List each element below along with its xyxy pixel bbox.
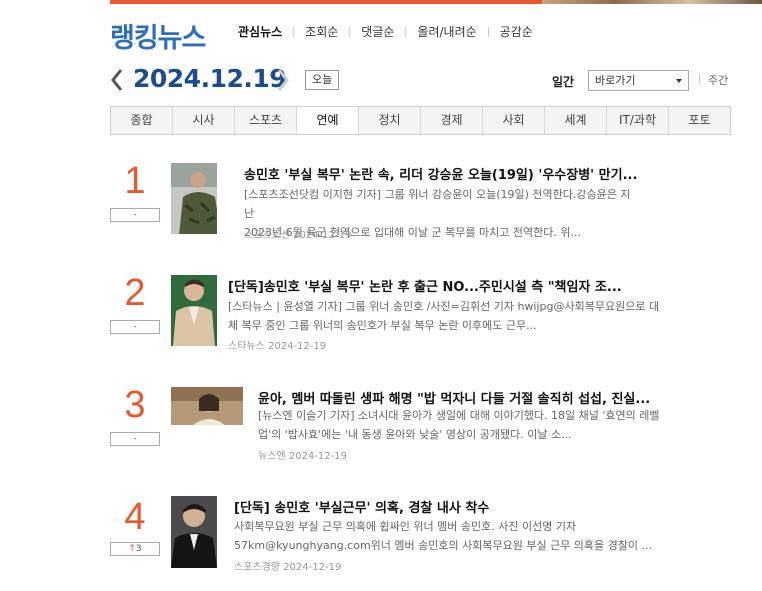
tab-current-affairs[interactable]: 시사 <box>172 107 234 134</box>
tab-general[interactable]: 종합 <box>111 107 172 134</box>
goto-select-value: 바로가기 <box>595 74 636 87</box>
rank-change-badge: - <box>110 432 160 446</box>
summary-line: 사회복무요원 부실 근무 의혹에 휩싸인 위너 멤버 송민호. 사진 이선명 기… <box>234 520 577 533</box>
summary-line: [스포츠조선닷컴 이지현 기자] 그룹 위너 강승윤이 오늘(19일) 전역한다… <box>244 188 631 220</box>
article-thumbnail[interactable] <box>171 496 217 568</box>
tab-society[interactable]: 사회 <box>482 107 544 134</box>
article-summary[interactable]: [스타뉴스 | 윤성열 기자] 그룹 위너 송민호 /사진=김휘선 기자 hwi… <box>228 297 738 335</box>
rank-change-badge: - <box>110 208 160 222</box>
tab-entertainment[interactable]: 연예 <box>296 107 358 134</box>
tab-world[interactable]: 세계 <box>544 107 606 134</box>
rank-change-value: 3 <box>135 544 142 554</box>
next-date-icon[interactable] <box>276 68 290 92</box>
tab-photo[interactable]: 포토 <box>668 107 730 134</box>
summary-line: 업'의 '밥사효'에는 '내 동생 윤아와 낮술' 영상이 공개됐다. 이날 소… <box>258 428 572 441</box>
rank-number: 3 <box>124 384 146 426</box>
rank-number: 2 <box>124 272 146 314</box>
summary-line: [스타뉴스 | 윤성열 기자] 그룹 위너 송민호 /사진=김휘선 기자 hwi… <box>228 300 660 313</box>
article-thumbnail[interactable] <box>171 163 217 234</box>
category-tabs: 종합 시사 스포츠 연예 정치 경제 사회 세계 IT/과학 포토 <box>110 106 731 135</box>
article-date: 2024-12-19 <box>293 230 352 241</box>
article-meta: 뉴스엔 2024-12-19 <box>258 447 347 462</box>
summary-line: 57km@kyunghyang.com위너 멤버 송민호의 사회복무요원 부실 … <box>234 539 653 552</box>
prev-date-icon[interactable] <box>110 68 124 92</box>
nav-up-down[interactable]: 올려/내려순 <box>417 23 476 40</box>
goto-date-select[interactable]: 바로가기 <box>588 70 689 91</box>
today-button[interactable]: 오늘 <box>305 70 340 90</box>
nav-divider <box>405 26 407 37</box>
brand-title[interactable]: 랭킹뉴스 <box>110 16 206 55</box>
article-source[interactable]: 스포츠조선 <box>244 230 290 241</box>
tab-sports[interactable]: 스포츠 <box>234 107 296 134</box>
date-divider <box>699 74 700 85</box>
article-meta: 스포츠경향 2024-12-19 <box>234 558 341 573</box>
rank-number: 4 <box>124 496 146 538</box>
article-headline[interactable]: [단독]송민호 '부실 복무' 논란 후 출근 NO...주민시설 측 "책임자… <box>228 276 622 295</box>
rank-change-badge: ↑3 <box>110 542 160 556</box>
nav-interest-news[interactable]: 관심뉴스 <box>238 23 282 40</box>
chevron-down-icon <box>676 79 682 83</box>
article-date: 2024-12-19 <box>268 341 327 352</box>
nav-divider <box>487 26 489 37</box>
summary-line: 체 복무 중인 그룹 위너의 송민호가 부실 복무 논란 이후에도 근무... <box>228 319 537 332</box>
nav-divider <box>293 26 295 37</box>
tab-politics[interactable]: 정치 <box>358 107 420 134</box>
article-headline[interactable]: 송민호 '부실 복무' 논란 속, 리더 강승윤 오늘(19일) '우수장병' … <box>244 164 637 183</box>
article-source[interactable]: 스타뉴스 <box>228 341 265 352</box>
article-summary[interactable]: 사회복무요원 부실 근무 의혹에 휩싸인 위너 멤버 송민호. 사진 이선명 기… <box>234 517 734 555</box>
current-date: 2024.12.19 <box>133 64 287 93</box>
article-date: 2024-12-19 <box>283 562 342 573</box>
article-summary[interactable]: [뉴스엔 이슬기 기자] 소녀시대 윤아가 생일에 대해 이야기했다. 18일 … <box>258 406 738 444</box>
arrow-up-icon: ↑ <box>128 544 136 554</box>
date-bar: 2024.12.19 오늘 일간 바로가기 주간 <box>110 62 732 98</box>
article-meta: 스포츠조선 2024-12-19 <box>244 226 351 241</box>
banner-photo <box>542 0 762 4</box>
nav-empathy[interactable]: 공감순 <box>500 23 533 40</box>
daily-label[interactable]: 일간 <box>552 73 574 90</box>
rank-number: 1 <box>124 160 146 202</box>
tab-it-science[interactable]: IT/과학 <box>606 107 668 134</box>
article-source[interactable]: 스포츠경향 <box>234 562 280 573</box>
nav-comments[interactable]: 댓글순 <box>361 23 394 40</box>
article-headline[interactable]: [단독] 송민호 '부실근무' 의혹, 경찰 내사 착수 <box>234 497 489 516</box>
top-banner-strip <box>110 0 762 4</box>
article-thumbnail[interactable] <box>171 387 243 425</box>
article-meta: 스타뉴스 2024-12-19 <box>228 337 326 352</box>
article-source[interactable]: 뉴스엔 <box>258 451 286 462</box>
nav-divider <box>349 26 351 37</box>
tab-economy[interactable]: 경제 <box>420 107 482 134</box>
article-thumbnail[interactable] <box>171 275 217 346</box>
article-date: 2024-12-19 <box>288 451 347 462</box>
summary-line: [뉴스엔 이슬기 기자] 소녀시대 윤아가 생일에 대해 이야기했다. 18일 … <box>258 409 660 422</box>
nav-views[interactable]: 조회순 <box>305 23 338 40</box>
article-headline[interactable]: 윤아, 멤버 따돌린 생파 해명 "밥 먹자니 다들 거절 솔직히 섭섭, 진실… <box>258 388 650 407</box>
rank-change-badge: - <box>110 320 160 334</box>
ranking-sort-nav: 관심뉴스 조회순 댓글순 올려/내려순 공감순 <box>238 23 533 40</box>
weekly-link[interactable]: 주간 <box>708 72 728 88</box>
